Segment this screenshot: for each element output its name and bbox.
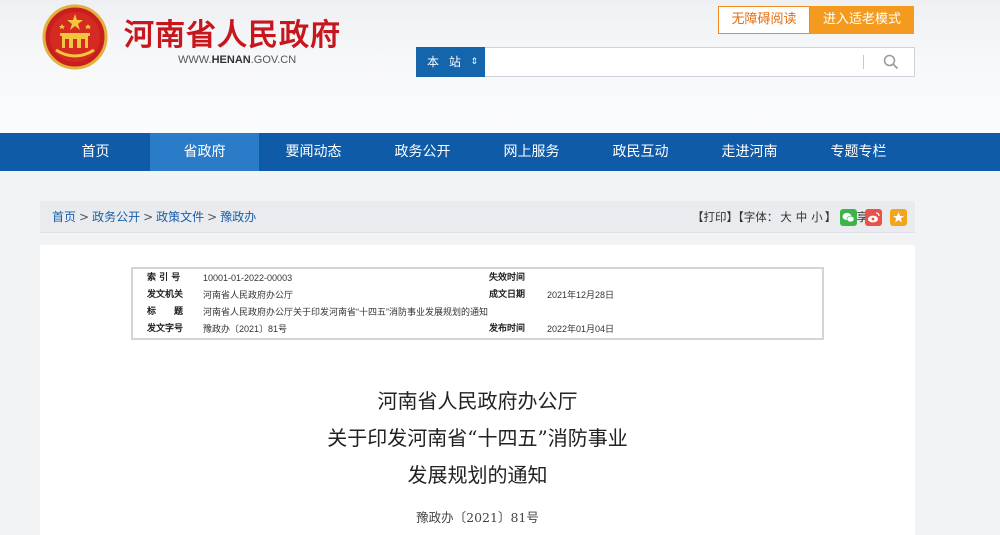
site-header: 河南省人民政府 WWW.HENAN.GOV.CN 无障碍阅读 进入适老模式 本 … [0, 0, 1000, 133]
weibo-share-icon[interactable] [865, 209, 882, 226]
nav-item-home[interactable]: 首页 [41, 133, 150, 171]
nav-item-gov-affairs[interactable]: 政务公开 [368, 133, 477, 171]
index-number-label: 索 引 号 [147, 273, 181, 283]
search-scope-label: 本 站 [427, 55, 464, 69]
font-small-button[interactable]: 小 [811, 210, 823, 224]
site-title[interactable]: 河南省人民政府 [124, 10, 341, 54]
breadcrumb-item-home[interactable]: 首页 [52, 210, 76, 224]
breadcrumb-separator: > [79, 210, 90, 224]
updown-arrow-icon: ⇕ [470, 57, 478, 67]
search-input[interactable] [485, 47, 915, 77]
font-medium-button[interactable]: 中 [796, 210, 808, 224]
breadcrumb-item-gov-affairs[interactable]: 政务公开 [92, 210, 140, 224]
site-url: WWW.HENAN.GOV.CN [178, 54, 296, 66]
site-url-prefix: WWW. [178, 54, 212, 66]
site-url-suffix: .GOV.CN [250, 54, 297, 66]
main-nav: 首页 省政府 要闻动态 政务公开 网上服务 政民互动 走进河南 专题专栏 [0, 133, 1000, 171]
breadcrumb-separator: > [207, 210, 218, 224]
doc-number-value: 豫政办〔2021〕81号 [203, 324, 288, 334]
accessibility-reading-button[interactable]: 无障碍阅读 [718, 6, 810, 34]
breadcrumb-bar: 首页 > 政务公开 > 政策文件 > 豫政办 【打印】【字体：大中小】 分享： [40, 201, 915, 233]
breadcrumb: 首页 > 政务公开 > 政策文件 > 豫政办 [52, 201, 256, 233]
doc-number-label: 发文字号 [147, 324, 184, 334]
nav-item-topics[interactable]: 专题专栏 [804, 133, 913, 171]
issuer-label: 发文机关 [147, 290, 184, 300]
elder-mode-button[interactable]: 进入适老模式 [810, 6, 914, 34]
published-time-value: 2022年01月04日 [547, 324, 615, 334]
document-title-line-3: 发展规划的通知 [407, 463, 548, 487]
nav-item-online-services[interactable]: 网上服务 [477, 133, 586, 171]
wechat-share-icon[interactable] [840, 209, 857, 226]
breadcrumb-separator: > [143, 210, 154, 224]
breadcrumb-item-policy-docs[interactable]: 政策文件 [156, 210, 204, 224]
document-number: 豫政办〔2021〕81号 [416, 510, 539, 525]
issuer-value: 河南省人民政府办公厅 [203, 290, 294, 300]
nav-item-news[interactable]: 要闻动态 [259, 133, 368, 171]
font-size-label: 【字体： [738, 210, 779, 224]
published-time-label: 发布时间 [489, 324, 526, 334]
doc-title-value: 河南省人民政府办公厅关于印发河南省“十四五”消防事业发展规划的通知 [203, 307, 488, 317]
breadcrumb-item-yuzhengban[interactable]: 豫政办 [220, 210, 256, 224]
metadata-row: 发文字号 豫政办〔2021〕81号 发布时间 2022年01月04日 [133, 321, 822, 337]
article-content: 索 引 号 10001-01-2022-00003 失效时间 发文机关 河南省人… [40, 245, 915, 535]
metadata-row: 索 引 号 10001-01-2022-00003 失效时间 [133, 270, 822, 286]
nav-item-interaction[interactable]: 政民互动 [586, 133, 695, 171]
search-divider [863, 55, 864, 69]
page-tools: 【打印】【字体：大中小】 [692, 201, 836, 233]
expire-time-label: 失效时间 [489, 273, 526, 283]
search-scope-select[interactable]: 本 站 ⇕ [416, 47, 485, 77]
document-title-line-1: 河南省人民政府办公厅 [377, 389, 578, 413]
nav-item-about-henan[interactable]: 走进河南 [695, 133, 804, 171]
metadata-row: 发文机关 河南省人民政府办公厅 成文日期 2021年12月28日 [133, 287, 822, 303]
print-button[interactable]: 【打印】 [692, 210, 738, 224]
font-large-button[interactable]: 大 [780, 210, 792, 224]
national-emblem-icon [42, 4, 108, 70]
search-icon[interactable] [882, 53, 900, 71]
font-size-close: 】 [824, 210, 837, 224]
metadata-row: 标 题 河南省人民政府办公厅关于印发河南省“十四五”消防事业发展规划的通知 [133, 304, 822, 320]
document-metadata-table: 索 引 号 10001-01-2022-00003 失效时间 发文机关 河南省人… [131, 267, 824, 340]
created-date-label: 成文日期 [489, 290, 526, 300]
nav-item-provincial-government[interactable]: 省政府 [150, 133, 259, 171]
doc-title-label: 标 题 [147, 307, 184, 317]
document-title-line-2: 关于印发河南省“十四五”消防事业 [327, 426, 628, 450]
index-number-value: 10001-01-2022-00003 [203, 273, 293, 283]
favorite-star-icon[interactable] [890, 209, 907, 226]
created-date-value: 2021年12月28日 [547, 290, 615, 300]
site-url-brand: HENAN [211, 54, 251, 66]
